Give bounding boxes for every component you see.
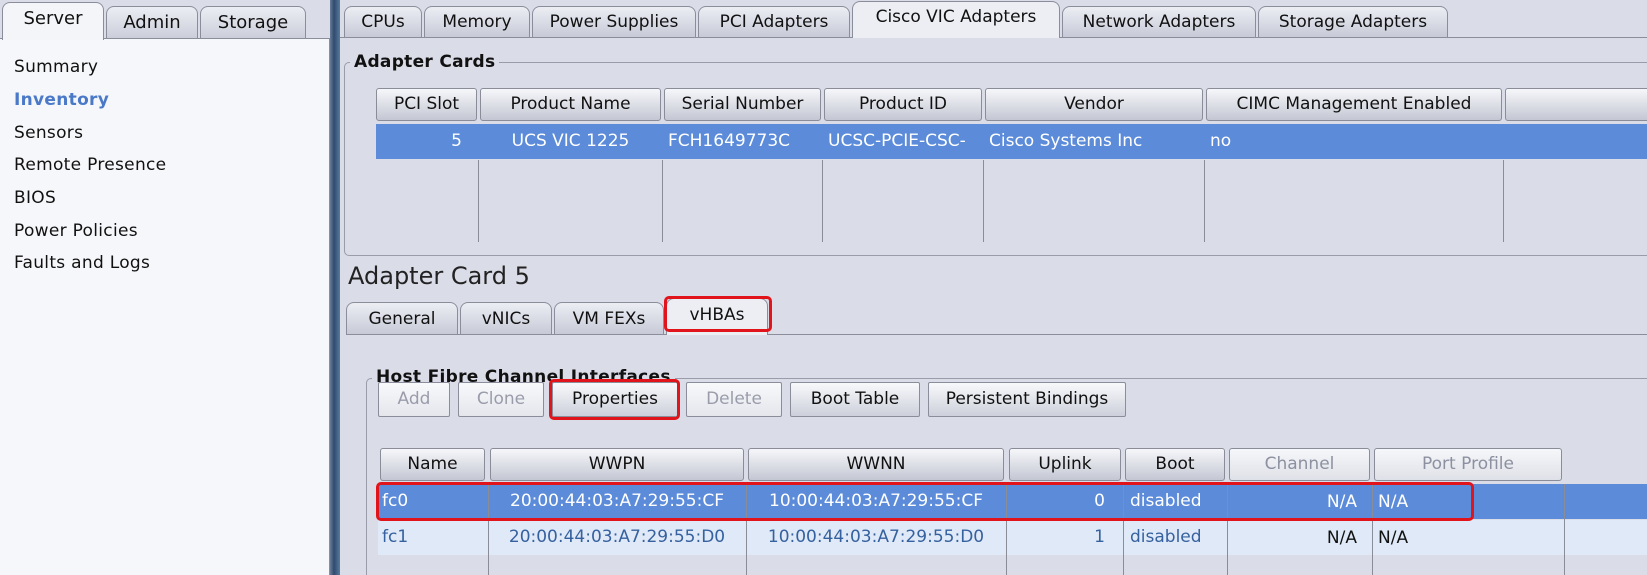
column-divider <box>1204 160 1205 242</box>
tab-vhbas[interactable]: vHBAs <box>666 298 768 335</box>
column-header-wwpn[interactable]: WWPN <box>490 448 744 481</box>
cell-boot: disabled <box>1130 527 1202 547</box>
column-divider <box>1372 484 1373 575</box>
tab-cpus[interactable]: CPUs <box>344 6 422 38</box>
tab-network-adapters[interactable]: Network Adapters <box>1062 6 1256 38</box>
column-header-product-id[interactable]: Product ID <box>824 88 982 121</box>
column-divider <box>983 160 984 242</box>
column-divider <box>1227 484 1228 575</box>
cell-uplink: 0 <box>1094 491 1105 511</box>
column-divider <box>1006 484 1007 575</box>
nav-item-remote-presence[interactable]: Remote Presence <box>14 155 166 175</box>
cell-product-name: UCS VIC 1225 <box>511 131 630 151</box>
column-header-product-name[interactable]: Product Name <box>480 88 661 121</box>
cell-port-profile: N/A <box>1378 492 1409 512</box>
column-header-serial-number[interactable]: Serial Number <box>664 88 821 121</box>
content-pane: CPUs Memory Power Supplies PCI Adapters … <box>340 0 1647 575</box>
column-header-extra[interactable] <box>1505 88 1647 121</box>
clone-button[interactable]: Clone <box>458 382 544 417</box>
cell-channel: N/A <box>1326 528 1357 548</box>
cell-wwpn: 20:00:44:03:A7:29:55:D0 <box>508 527 726 547</box>
column-divider <box>1564 484 1565 575</box>
nav-item-bios[interactable]: BIOS <box>14 188 56 208</box>
column-header-name[interactable]: Name <box>380 448 485 481</box>
column-divider <box>746 484 747 575</box>
column-header-cimc-management-enabled[interactable]: CIMC Management Enabled <box>1206 88 1502 121</box>
tab-storage-adapters[interactable]: Storage Adapters <box>1258 6 1448 38</box>
nav-item-sensors[interactable]: Sensors <box>14 123 83 143</box>
section-title: Adapter Card 5 <box>348 262 530 290</box>
delete-button[interactable]: Delete <box>686 382 782 417</box>
column-header-uplink[interactable]: Uplink <box>1009 448 1121 481</box>
cell-pci-slot: 5 <box>451 131 462 151</box>
column-divider <box>488 484 489 575</box>
cell-wwnn: 10:00:44:03:A7:29:55:D0 <box>767 527 985 547</box>
nav-item-faults-and-logs[interactable]: Faults and Logs <box>14 253 150 273</box>
tab-storage[interactable]: Storage <box>200 6 306 40</box>
cell-wwpn: 20:00:44:03:A7:29:55:CF <box>510 491 724 511</box>
tab-memory[interactable]: Memory <box>424 6 530 38</box>
column-header-wwnn[interactable]: WWNN <box>748 448 1004 481</box>
cell-product-id: UCSC-PCIE-CSC- <box>828 131 966 151</box>
column-header-vendor[interactable]: Vendor <box>985 88 1203 121</box>
add-button[interactable]: Add <box>378 382 450 417</box>
tab-admin[interactable]: Admin <box>106 6 198 40</box>
cell-channel: N/A <box>1326 492 1357 512</box>
cell-port-profile: N/A <box>1378 528 1409 548</box>
cell-name: fc0 <box>382 491 409 511</box>
tab-pci-adapters[interactable]: PCI Adapters <box>698 6 850 38</box>
column-divider <box>1503 160 1504 242</box>
server-nav-list: Summary Inventory Sensors Remote Presenc… <box>0 38 330 575</box>
cell-wwnn: 10:00:44:03:A7:29:55:CF <box>769 491 983 511</box>
nav-item-inventory[interactable]: Inventory <box>14 90 109 110</box>
nav-item-summary[interactable]: Summary <box>14 57 98 77</box>
column-header-port-profile[interactable]: Port Profile <box>1374 448 1562 481</box>
subtab-baseline <box>346 334 1647 335</box>
column-header-pci-slot[interactable]: PCI Slot <box>376 88 477 121</box>
tab-server[interactable]: Server <box>2 2 104 40</box>
column-divider <box>1123 484 1124 575</box>
persistent-bindings-button[interactable]: Persistent Bindings <box>928 382 1126 417</box>
pane-splitter[interactable] <box>330 0 340 575</box>
column-header-boot[interactable]: Boot <box>1125 448 1225 481</box>
column-divider <box>822 160 823 242</box>
left-navigation-pane: Server Admin Storage Summary Inventory S… <box>0 0 330 575</box>
column-divider <box>478 160 479 242</box>
column-divider <box>662 160 663 242</box>
tab-general[interactable]: General <box>346 302 458 335</box>
tab-power-supplies[interactable]: Power Supplies <box>532 6 696 38</box>
adapter-cards-legend: Adapter Cards <box>350 52 500 72</box>
cell-boot: disabled <box>1130 491 1202 511</box>
tab-vnics[interactable]: vNICs <box>460 302 552 335</box>
cell-serial-number: FCH1649773C <box>668 131 791 151</box>
tab-cisco-vic-adapters[interactable]: Cisco VIC Adapters <box>852 1 1060 38</box>
tab-vm-fexs[interactable]: VM FEXs <box>554 302 664 335</box>
cell-vendor: Cisco Systems Inc <box>989 131 1143 151</box>
cell-uplink: 1 <box>1094 527 1105 547</box>
nav-item-power-policies[interactable]: Power Policies <box>14 221 138 241</box>
cell-name: fc1 <box>382 527 409 547</box>
boot-table-button[interactable]: Boot Table <box>790 382 920 417</box>
left-tab-bar: Server Admin Storage <box>0 0 330 40</box>
properties-button[interactable]: Properties <box>552 382 678 417</box>
cell-cimc-management-enabled: no <box>1210 131 1232 151</box>
column-header-channel[interactable]: Channel <box>1229 448 1370 481</box>
